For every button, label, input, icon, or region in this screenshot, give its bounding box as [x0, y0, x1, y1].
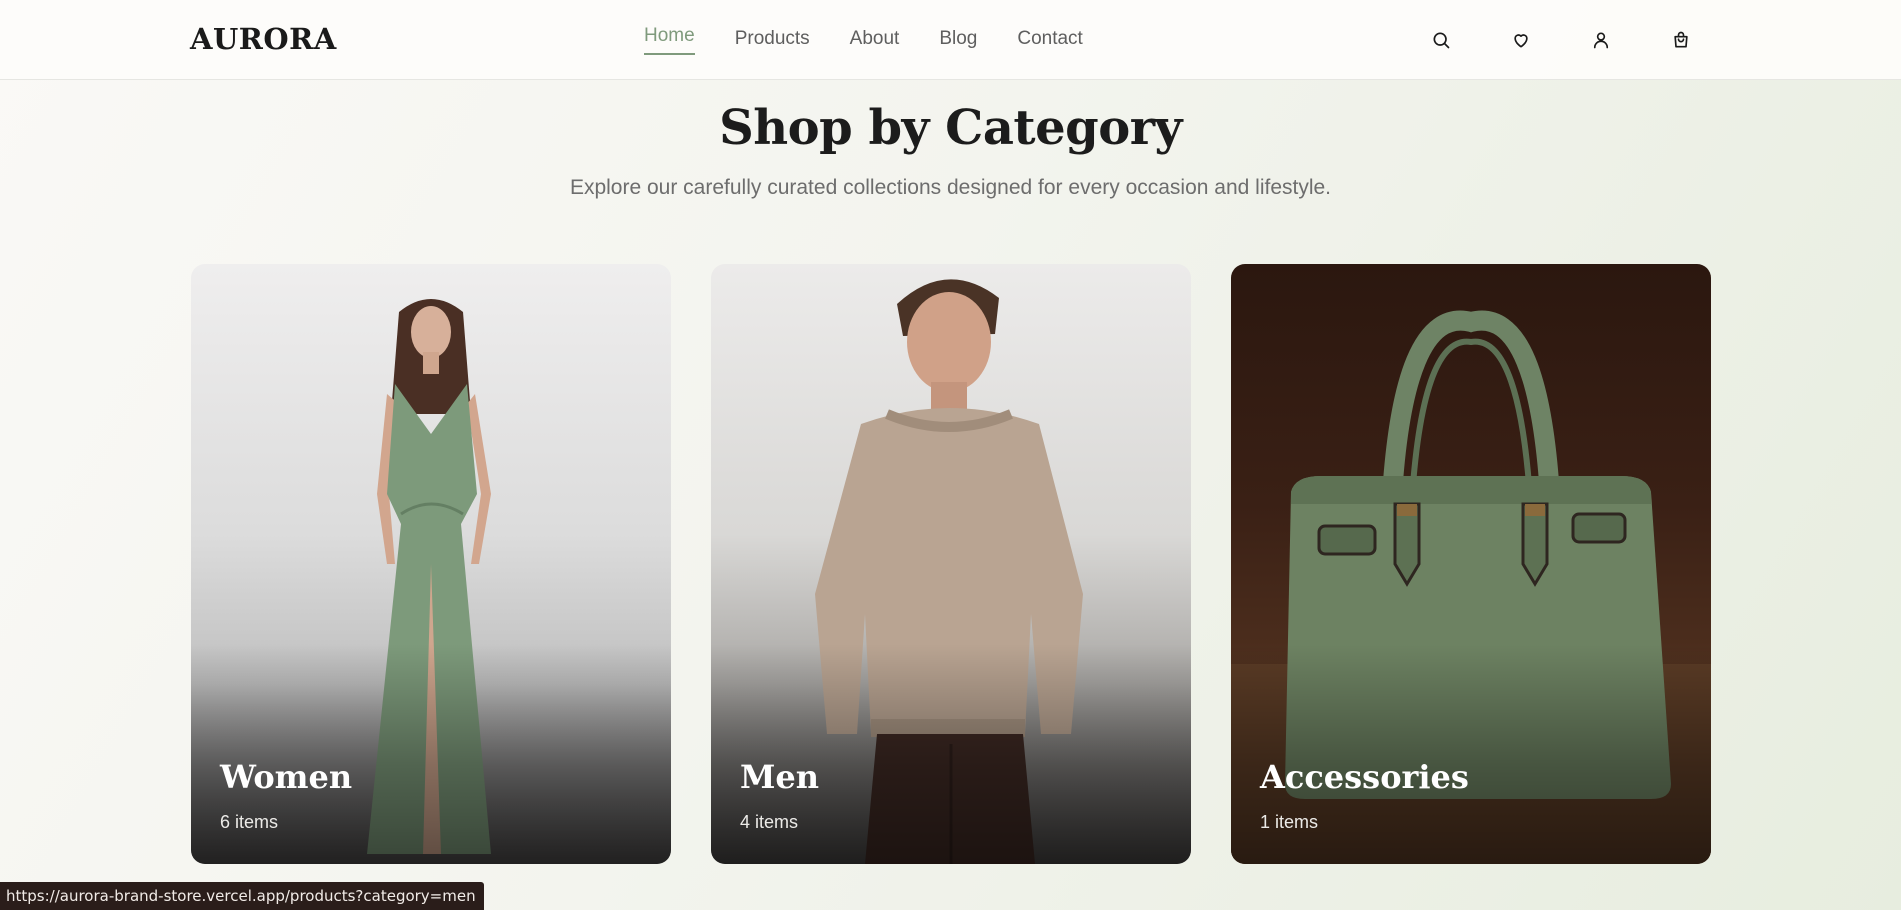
section-subtitle: Explore our carefully curated collection…: [569, 176, 1332, 199]
account-button[interactable]: [1581, 24, 1621, 56]
cart-button[interactable]: [1661, 24, 1701, 56]
category-count-accessories: 1 items: [1260, 812, 1319, 832]
site-header: AURORA Home Products About Blog Contact: [0, 0, 1901, 80]
nav-about[interactable]: About: [850, 0, 900, 80]
section-title: Shop by Category: [719, 100, 1182, 156]
nav-blog[interactable]: Blog: [939, 0, 977, 80]
nav-products[interactable]: Products: [735, 0, 810, 80]
category-card-accessories[interactable]: Accessories 1 items: [1231, 264, 1711, 864]
category-count-men: 4 items: [740, 812, 799, 832]
category-title-women: Women: [220, 758, 353, 796]
user-icon: [1593, 32, 1609, 49]
nav-home[interactable]: Home: [644, 0, 695, 80]
search-icon: [1433, 32, 1450, 49]
wishlist-button[interactable]: [1501, 24, 1541, 56]
main-nav: Home Products About Blog Contact: [644, 0, 1123, 80]
category-title-accessories: Accessories: [1260, 758, 1469, 796]
brand-logo[interactable]: AURORA: [190, 22, 337, 56]
category-count-women: 6 items: [220, 812, 279, 832]
heart-icon: [1514, 34, 1528, 48]
browser-status-url: https://aurora-brand-store.vercel.app/pr…: [0, 882, 484, 910]
header-actions: [1421, 24, 1741, 56]
nav-contact[interactable]: Contact: [1017, 0, 1082, 80]
category-title-men: Men: [740, 758, 820, 796]
cart-icon: [1674, 31, 1688, 48]
category-card-men[interactable]: Men 4 items: [711, 264, 1191, 864]
search-button[interactable]: [1421, 24, 1461, 56]
category-card-women[interactable]: Women 6 items: [191, 264, 671, 864]
